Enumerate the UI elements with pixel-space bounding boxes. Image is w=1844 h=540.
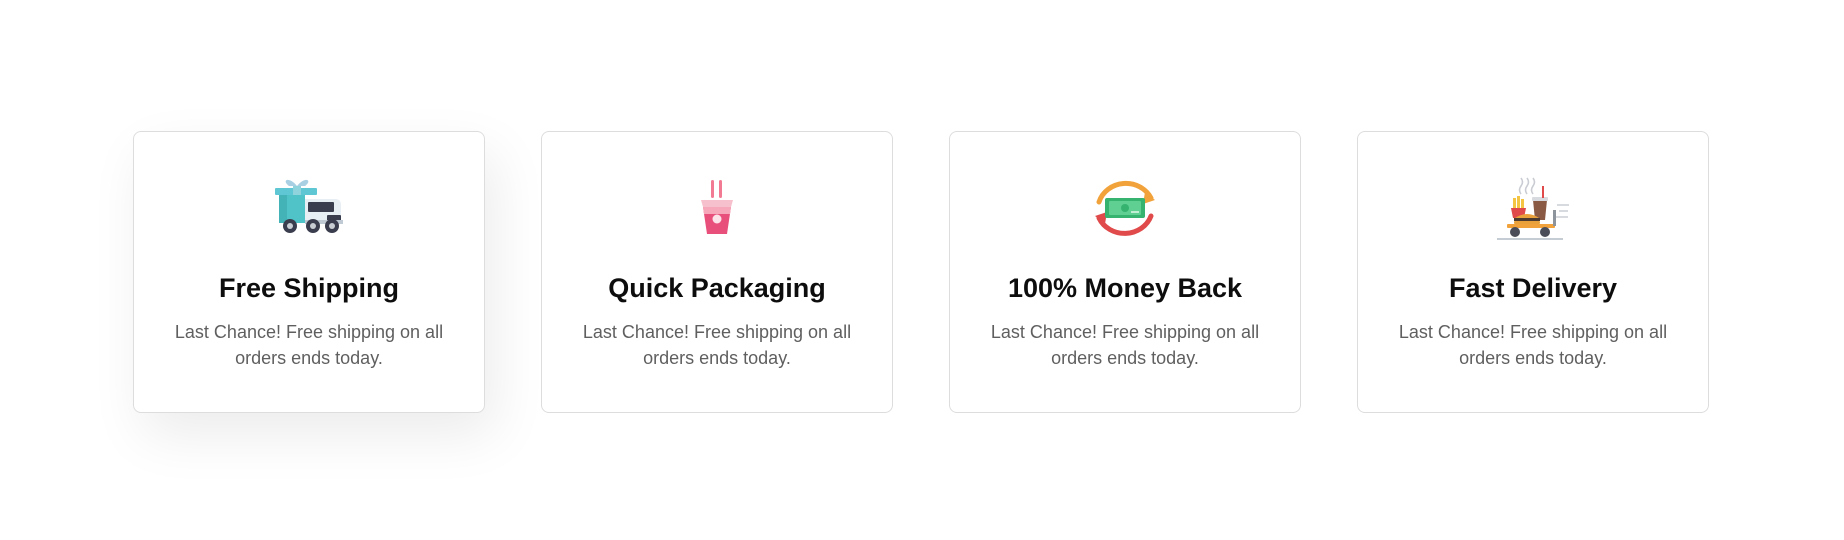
feature-card-quick-packaging: Quick Packaging Last Chance! Free shippi… [541, 131, 893, 413]
money-back-icon [1085, 174, 1165, 242]
feature-title: 100% Money Back [1007, 273, 1243, 303]
food-cart-icon [1493, 174, 1573, 242]
feature-description: Last Chance! Free shipping on all orders… [990, 322, 1260, 368]
feature-title: Fast Delivery [1448, 273, 1618, 303]
feature-card-fast-delivery: Fast Delivery Last Chance! Free shipping… [1357, 131, 1709, 413]
feature-title: Free Shipping [218, 273, 399, 303]
takeaway-box-icon [677, 174, 757, 242]
feature-description: Last Chance! Free shipping on all orders… [582, 322, 852, 368]
feature-card-money-back: 100% Money Back Last Chance! Free shippi… [949, 131, 1301, 413]
feature-title: Quick Packaging [608, 273, 826, 303]
feature-description: Last Chance! Free shipping on all orders… [174, 322, 444, 368]
feature-description: Last Chance! Free shipping on all orders… [1398, 322, 1668, 368]
features-section: Free Shipping Last Chance! Free shipping… [133, 131, 1711, 413]
feature-card-free-shipping: Free Shipping Last Chance! Free shipping… [133, 131, 485, 413]
delivery-truck-icon [269, 174, 349, 242]
